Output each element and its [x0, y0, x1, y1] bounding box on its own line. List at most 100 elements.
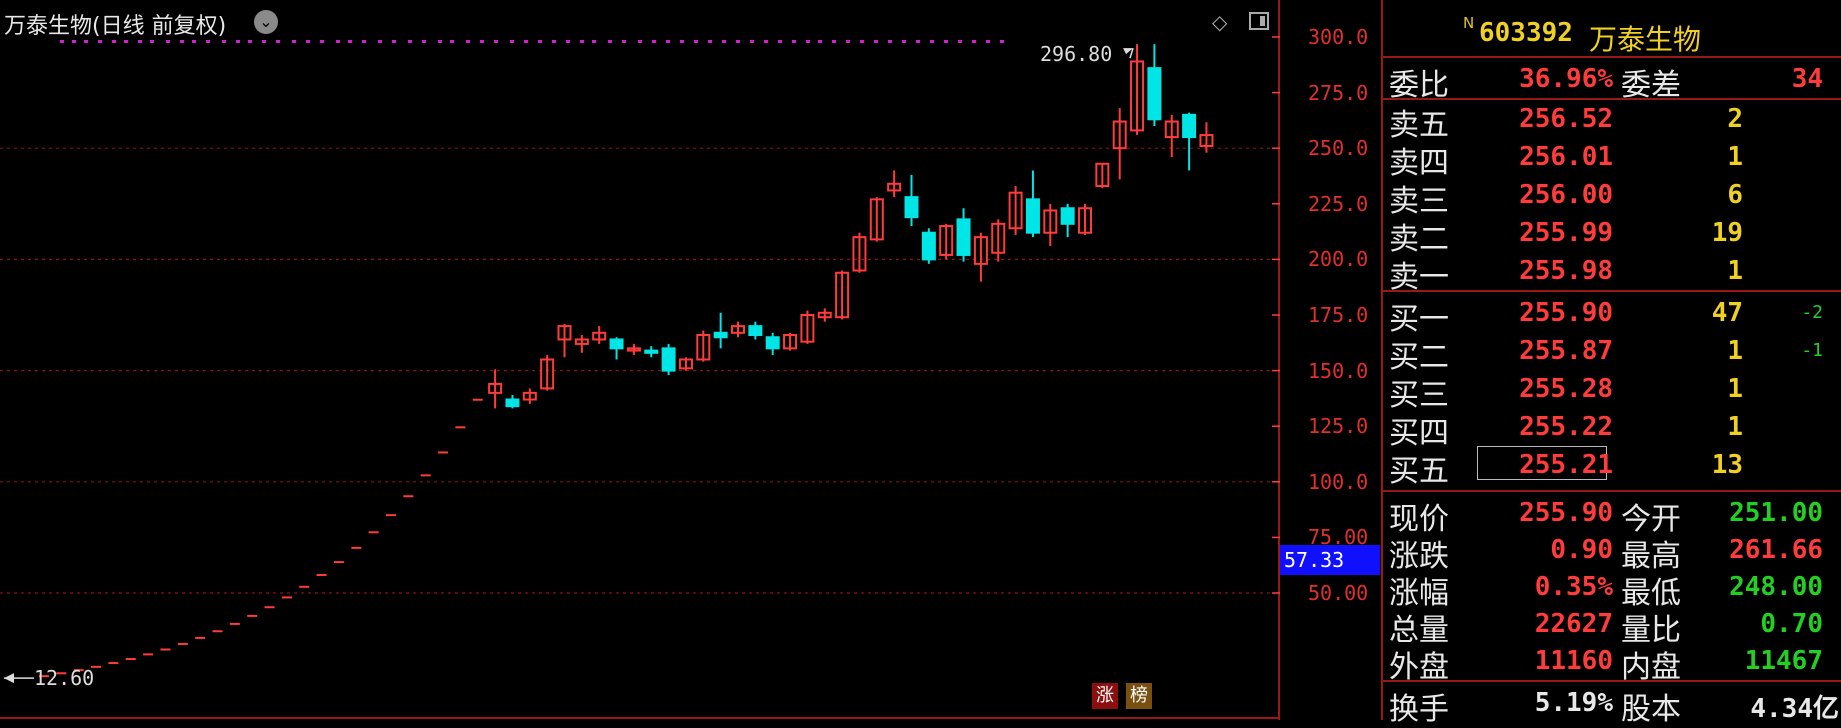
ask-volume: 6	[1727, 180, 1743, 210]
bid-row[interactable]: 买一 255.90 47 -2	[1383, 294, 1841, 337]
ask-row[interactable]: 卖五 256.52 2	[1383, 100, 1841, 143]
ask-volume: 19	[1711, 218, 1743, 248]
quote-panel: N 603392 万泰生物 委比 36.96% 委差 34 卖五 256.52 …	[1381, 0, 1841, 727]
y-tick-label: 125.0	[1308, 414, 1369, 439]
low-price-annotation: 12.60	[34, 666, 95, 690]
ask-volume: 1	[1727, 142, 1743, 172]
weibi-row: 委比 36.96% 委差 34	[1383, 60, 1841, 103]
candle-body	[904, 196, 919, 219]
event-marker	[846, 40, 850, 43]
stat-value: 261.66	[1729, 535, 1823, 565]
event-marker	[736, 40, 740, 43]
bid-row[interactable]: 买三 255.28 1	[1383, 370, 1841, 413]
y-tick-label: 225.0	[1308, 191, 1369, 216]
panel-toggle-icon[interactable]	[1249, 12, 1269, 30]
y-tick-label: 100.0	[1308, 469, 1369, 494]
weicha-value: 34	[1791, 64, 1823, 94]
event-marker	[408, 40, 412, 43]
y-tick-label: 200.0	[1308, 247, 1369, 272]
ask-price: 256.00	[1519, 180, 1613, 210]
event-marker	[930, 40, 934, 43]
event-marker	[180, 40, 184, 43]
bid-volume: 47	[1711, 298, 1743, 328]
event-marker	[694, 40, 698, 43]
ask-row[interactable]: 卖四 256.01 1	[1383, 138, 1841, 181]
event-marker	[362, 40, 366, 43]
kline-chart-area[interactable]: 万泰生物(日线 前复权) ⌄ ◇ 296.80 12.60 涨 榜	[0, 0, 1280, 720]
stat-value: 11160	[1534, 646, 1613, 676]
event-marker	[336, 40, 340, 43]
turnover-label: 换手	[1389, 692, 1449, 727]
event-marker	[236, 40, 240, 43]
candle-body	[661, 347, 676, 372]
bid-change: -1	[1801, 340, 1823, 361]
event-marker	[206, 40, 210, 43]
event-marker	[292, 40, 296, 43]
event-marker	[608, 40, 612, 43]
candle-body	[1147, 67, 1162, 121]
ask-price: 256.01	[1519, 142, 1613, 172]
event-marker	[818, 40, 822, 43]
ask-row[interactable]: 卖三 256.00 6	[1383, 176, 1841, 219]
bang-badge[interactable]: 榜	[1126, 683, 1152, 709]
bid-volume: 13	[1711, 450, 1743, 480]
diamond-icon[interactable]: ◇	[1212, 10, 1227, 34]
high-price-annotation: 296.80	[1040, 42, 1113, 66]
event-marker	[986, 40, 990, 43]
current-price-tag: 57.33	[1280, 545, 1380, 575]
candle-body	[644, 349, 659, 354]
event-marker	[124, 40, 128, 43]
candle-body	[1025, 198, 1040, 234]
stat-value: 255.90	[1519, 498, 1613, 528]
event-marker	[972, 40, 976, 43]
event-marker	[806, 40, 810, 43]
candle-body	[505, 398, 520, 408]
y-tick-label: 275.0	[1308, 80, 1369, 105]
candle-body	[1182, 113, 1197, 139]
event-marker	[538, 40, 542, 43]
stock-code[interactable]: 603392	[1479, 18, 1573, 48]
event-marker	[860, 40, 864, 43]
event-marker	[98, 40, 102, 43]
ask-row[interactable]: 卖二 255.99 19	[1383, 214, 1841, 257]
event-marker	[438, 40, 442, 43]
event-marker	[60, 40, 64, 43]
event-marker	[84, 40, 88, 43]
event-marker	[378, 40, 382, 43]
kline-chart[interactable]	[0, 0, 1280, 720]
ask-price: 256.52	[1519, 104, 1613, 134]
event-marker	[888, 40, 892, 43]
event-marker	[750, 40, 754, 43]
bid-row[interactable]: 买五 255.21 13	[1383, 446, 1841, 489]
event-marker	[580, 40, 584, 43]
event-marker	[480, 40, 484, 43]
y-tick-label: 50.00	[1308, 581, 1369, 605]
event-marker	[306, 40, 310, 43]
candle-body	[1060, 207, 1075, 225]
bid-label: 买五	[1389, 454, 1449, 489]
ask-row[interactable]: 卖一 255.98 1	[1383, 252, 1841, 295]
ask-price: 255.98	[1519, 256, 1613, 286]
turnover-row: 换手 5.19% 股本 4.34亿	[1383, 684, 1841, 727]
stat-value: 0.90	[1550, 535, 1613, 565]
ask-volume: 2	[1727, 104, 1743, 134]
candle-body	[713, 331, 728, 339]
event-marker	[592, 40, 596, 43]
weibi-value: 36.96%	[1519, 64, 1613, 94]
bid-change: -2	[1801, 302, 1823, 323]
event-marker	[422, 40, 426, 43]
bid-row[interactable]: 买四 255.22 1	[1383, 408, 1841, 451]
event-marker	[944, 40, 948, 43]
chevron-down-icon[interactable]: ⌄	[254, 10, 278, 34]
event-marker	[348, 40, 352, 43]
stock-name[interactable]: 万泰生物	[1589, 18, 1701, 58]
event-marker	[466, 40, 470, 43]
bid-row[interactable]: 买二 255.87 1 -1	[1383, 332, 1841, 375]
event-marker	[72, 40, 76, 43]
ask-price: 255.99	[1519, 218, 1613, 248]
bid-price: 255.87	[1519, 336, 1613, 366]
event-marker	[916, 40, 920, 43]
candle-body	[765, 336, 780, 350]
candle-body	[609, 338, 624, 350]
zhang-badge[interactable]: 涨	[1092, 683, 1118, 709]
